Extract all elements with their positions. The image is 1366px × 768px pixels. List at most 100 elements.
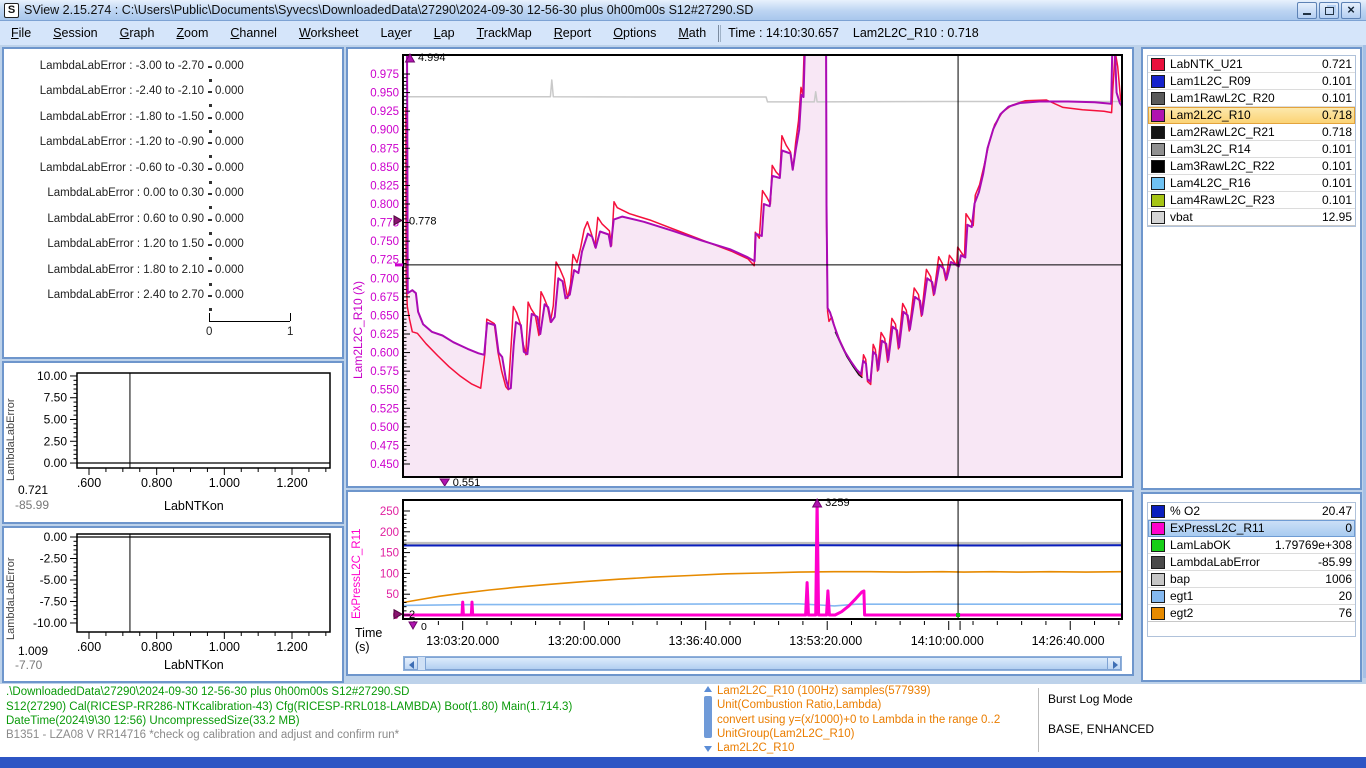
channel-row-lam3l2c-r14[interactable]: Lam3L2C_R140.101: [1148, 141, 1355, 158]
close-icon: ×: [1347, 5, 1355, 15]
menu-report[interactable]: Report: [543, 23, 603, 43]
channel-row-lamlabok[interactable]: LamLabOK1.79769e+308: [1148, 537, 1355, 554]
menu-lap[interactable]: Lap: [423, 23, 466, 43]
hist-row-value: 0.000: [215, 136, 244, 148]
menu-options[interactable]: Options: [602, 23, 667, 43]
channel-row-lam1l2c-r09[interactable]: Lam1L2C_R090.101: [1148, 73, 1355, 90]
menu-graph[interactable]: Graph: [109, 23, 166, 43]
menu-session[interactable]: Session: [42, 23, 108, 43]
channel-color-swatch: [1151, 211, 1165, 224]
xy-panel-upper[interactable]: 0.002.505.007.5010.00.6000.8001.0001.200…: [2, 361, 344, 524]
menu-trackmap[interactable]: TrackMap: [466, 23, 543, 43]
svg-text:0.650: 0.650: [370, 310, 399, 322]
channel-color-swatch: [1151, 143, 1165, 156]
hist-row-value: 0.000: [215, 264, 244, 276]
menu-separator: [718, 25, 719, 42]
channel-value: 0.718: [1322, 125, 1352, 139]
channel-info-line: Unit(Combustion Ratio,Lambda): [717, 699, 881, 711]
channel-row-lam4l2c-r16[interactable]: Lam4L2C_R160.101: [1148, 175, 1355, 192]
menu-worksheet[interactable]: Worksheet: [288, 23, 370, 43]
restore-button[interactable]: [1319, 2, 1339, 19]
channel-row-vbat[interactable]: vbat12.95: [1148, 209, 1355, 226]
channel-row-lam4rawl2c-r23[interactable]: Lam4RawL2C_R230.101: [1148, 192, 1355, 209]
bottom-chart-plot[interactable]: 05010015020025013:03:20.00013:20:00.0001…: [348, 492, 1132, 674]
hist-bar: [208, 117, 212, 119]
svg-text:0.900: 0.900: [370, 125, 399, 137]
file-info-line: DateTime(2024\9\30 12:56) UncompressedSi…: [6, 715, 300, 727]
bottom-chart-panel[interactable]: 05010015020025013:03:20.00013:20:00.0001…: [346, 490, 1134, 676]
channel-row-egt1[interactable]: egt120: [1148, 588, 1355, 605]
channel-value: 0.721: [1322, 57, 1352, 71]
hist-row-value: 0.000: [215, 60, 244, 72]
hist-minor-tick: [209, 206, 212, 209]
svg-text:0: 0: [421, 621, 427, 633]
hist-minor-tick: [209, 79, 212, 82]
hist-minor-tick: [209, 104, 212, 107]
main-chart-panel[interactable]: 0.4500.4750.5000.5250.5500.5750.6000.625…: [346, 47, 1134, 488]
hist-bar: [208, 219, 212, 221]
scroll-up-icon[interactable]: [704, 686, 712, 692]
channel-info-line: Lam2L2C_R10 (100Hz) samples(577939): [717, 685, 931, 697]
close-button[interactable]: ×: [1341, 2, 1361, 19]
channel-color-swatch: [1151, 590, 1165, 603]
channel-row--o2[interactable]: % O220.47: [1148, 503, 1355, 520]
xy-upper-xlabel: LabNTKon: [164, 499, 224, 513]
channel-row-lam2rawl2c-r21[interactable]: Lam2RawL2C_R210.718: [1148, 124, 1355, 141]
channel-row-bap[interactable]: bap1006: [1148, 571, 1355, 588]
minimize-button[interactable]: [1297, 2, 1317, 19]
channel-value: 20: [1339, 589, 1352, 603]
xy-lower-xlabel: LabNTKon: [164, 658, 224, 672]
svg-text:0.750: 0.750: [370, 236, 399, 248]
channel-row-lam2l2c-r10[interactable]: Lam2L2C_R100.718: [1148, 107, 1355, 124]
hist-bar: [208, 244, 212, 246]
channel-row-egt2[interactable]: egt276: [1148, 605, 1355, 622]
mini-scrollbar-thumb[interactable]: [704, 696, 712, 738]
channel-row-labntk-u21[interactable]: LabNTK_U210.721: [1148, 56, 1355, 73]
channel-info-scrollbar[interactable]: [703, 686, 713, 754]
menu-layer[interactable]: Layer: [369, 23, 422, 43]
window-title: SView 2.15.274 : C:\Users\Public\Documen…: [24, 3, 753, 17]
time-readout: Time : 14:10:30.657: [728, 26, 839, 40]
channel-name: Lam1L2C_R09: [1170, 74, 1322, 88]
channel-row-lam1rawl2c-r20[interactable]: Lam1RawL2C_R200.101: [1148, 90, 1355, 107]
menu-file[interactable]: File: [0, 23, 42, 43]
svg-text:7.50: 7.50: [44, 391, 68, 405]
hist-minor-tick: [209, 130, 212, 133]
time-scrollbar[interactable]: [403, 656, 1122, 671]
status-divider: [1038, 688, 1039, 752]
menu-math[interactable]: Math: [667, 23, 717, 43]
scrollbar-thumb[interactable]: [425, 657, 1116, 670]
svg-text:0.800: 0.800: [141, 476, 172, 490]
svg-text:250: 250: [380, 506, 399, 518]
window-controls: ×: [1297, 2, 1361, 19]
channel-info-line: UnitGroup(Lam2L2C_R10): [717, 728, 854, 740]
hist-minor-tick: [209, 283, 212, 286]
main-chart-plot[interactable]: 0.4500.4750.5000.5250.5500.5750.6000.625…: [348, 49, 1132, 486]
scroll-down-icon[interactable]: [704, 746, 712, 752]
svg-text:1.200: 1.200: [276, 476, 307, 490]
hist-row-label: LambdaLabError : -0.60 to -0.30: [12, 162, 204, 174]
menu-zoom[interactable]: Zoom: [165, 23, 219, 43]
channel-row-lambdalaberror[interactable]: LambdaLabError-85.99: [1148, 554, 1355, 571]
xy-panel-lower[interactable]: -10.00-7.50-5.00-2.500.00.6000.8001.0001…: [2, 526, 344, 683]
svg-text:14:26:40.000: 14:26:40.000: [1032, 634, 1105, 648]
xy-upper-readout1: 0.721: [18, 483, 48, 497]
scroll-right-button[interactable]: [1107, 657, 1121, 670]
histogram-panel[interactable]: LambdaLabError : -3.00 to -2.700.000Lamb…: [2, 47, 344, 359]
hist-row-value: 0.000: [215, 111, 244, 123]
svg-text:0.575: 0.575: [370, 366, 399, 378]
channel-color-swatch: [1151, 75, 1165, 88]
svg-text:.600: .600: [77, 640, 101, 654]
main-chart-ylabel: Lam2L2C_R10 (λ): [351, 179, 365, 379]
xy-upper-ylabel: LambdaLabError: [5, 381, 17, 481]
channel-row-lam3rawl2c-r22[interactable]: Lam3RawL2C_R220.101: [1148, 158, 1355, 175]
svg-text:0.525: 0.525: [370, 403, 399, 415]
svg-text:14:10:00.000: 14:10:00.000: [911, 634, 984, 648]
svg-text:13:20:00.000: 13:20:00.000: [548, 634, 621, 648]
menu-channel[interactable]: Channel: [219, 23, 288, 43]
scroll-left-button[interactable]: [404, 657, 418, 670]
svg-text:2.50: 2.50: [44, 434, 68, 448]
svg-text:0.925: 0.925: [370, 106, 399, 118]
svg-text:0.800: 0.800: [370, 199, 399, 211]
channel-row-expressl2c-r11[interactable]: ExPressL2C_R110: [1148, 520, 1355, 537]
